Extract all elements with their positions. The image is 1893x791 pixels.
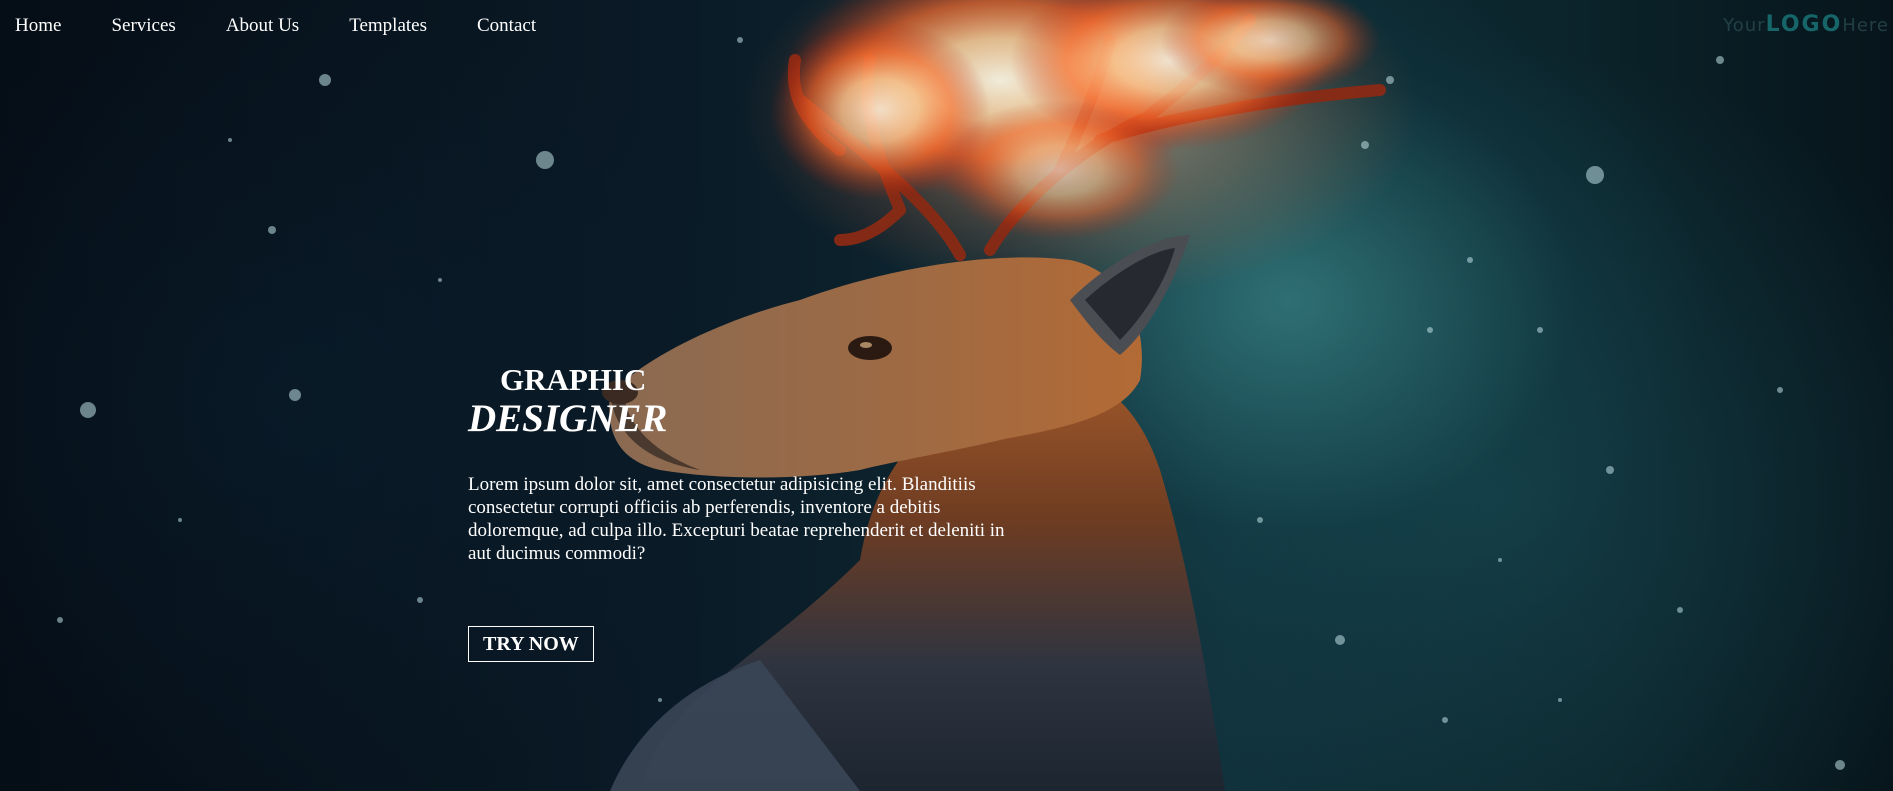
hero-title-top: GRAPHIC xyxy=(500,362,647,397)
landing-page: Home Services About Us Templates Contact… xyxy=(0,0,1893,791)
logo-text-logo: LOGO xyxy=(1765,12,1843,37)
logo-text-your: Your xyxy=(1723,15,1766,36)
nav-link-services[interactable]: Services xyxy=(111,15,175,37)
hero-content: GRAPHIC DESIGNER Lorem ipsum dolor sit, … xyxy=(468,362,1028,584)
main-nav: Home Services About Us Templates Contact xyxy=(0,0,571,52)
nav-link-contact[interactable]: Contact xyxy=(477,15,536,37)
hero-description: Lorem ipsum dolor sit, amet consectetur … xyxy=(468,474,1005,564)
hero-title-bottom: DESIGNER xyxy=(468,397,668,440)
site-logo[interactable]: YourLOGOHere xyxy=(1723,12,1889,37)
nav-link-home[interactable]: Home xyxy=(15,15,61,37)
nav-link-about-us[interactable]: About Us xyxy=(226,15,299,37)
nav-link-templates[interactable]: Templates xyxy=(349,15,427,37)
logo-text-here: Here xyxy=(1842,15,1889,36)
try-now-button[interactable]: TRY NOW xyxy=(468,626,594,662)
